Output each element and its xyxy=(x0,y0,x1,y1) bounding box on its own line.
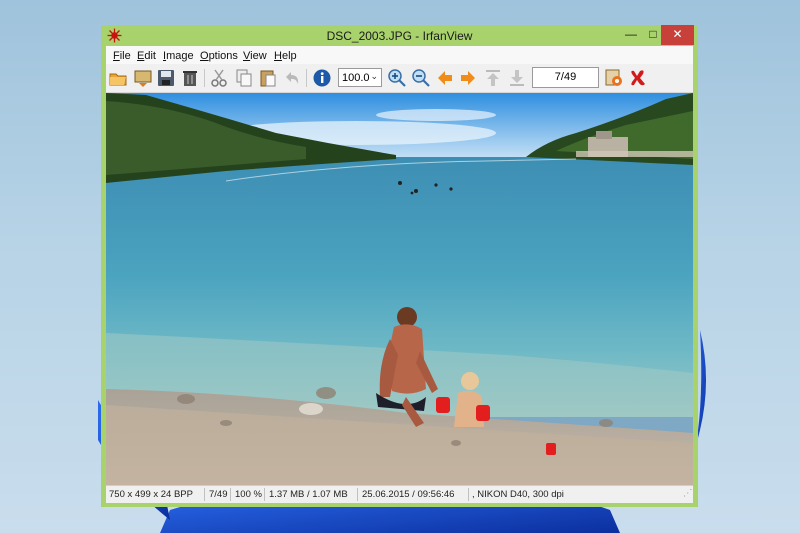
next-icon[interactable] xyxy=(458,68,478,88)
menu-file[interactable]: File xyxy=(113,50,131,62)
previous-icon[interactable] xyxy=(435,68,455,88)
last-icon[interactable] xyxy=(507,68,527,88)
status-bar: 750 x 499 x 24 BPP 7/49 100 % 1.37 MB / … xyxy=(106,485,693,503)
menu-help[interactable]: Help xyxy=(274,50,297,62)
menu-bar: File Edit Image Options View Help xyxy=(106,46,693,64)
status-camera: , NIKON D40, 300 dpi xyxy=(472,489,564,500)
menu-edit[interactable]: Edit xyxy=(137,50,156,62)
delete-icon[interactable] xyxy=(180,68,200,88)
status-zoom: 100 % xyxy=(235,489,262,500)
resize-grip-icon[interactable]: ⋰ xyxy=(683,488,693,499)
first-icon[interactable] xyxy=(483,68,503,88)
status-divider xyxy=(264,488,265,501)
toolbar: 100.0 ⌄ 7/49 xyxy=(106,64,693,93)
minimize-button[interactable]: — xyxy=(620,25,642,45)
page-indicator[interactable]: 7/49 xyxy=(532,67,599,88)
toolbar-separator xyxy=(306,69,307,87)
cut-icon[interactable] xyxy=(209,68,229,88)
undo-icon[interactable] xyxy=(282,68,302,88)
irfanview-window: DSC_2003.JPG - IrfanView — □ ✕ File Edit… xyxy=(101,25,698,507)
zoom-value: 100.0 xyxy=(342,72,370,84)
status-datetime: 25.06.2015 / 09:56:46 xyxy=(362,489,455,500)
zoom-in-icon[interactable] xyxy=(387,68,407,88)
status-divider xyxy=(230,488,231,501)
beach-photo xyxy=(106,93,693,485)
open-folder-icon[interactable] xyxy=(108,68,128,88)
menu-options[interactable]: Options xyxy=(200,50,238,62)
status-size: 1.37 MB / 1.07 MB xyxy=(269,489,348,500)
menu-view[interactable]: View xyxy=(243,50,267,62)
zoom-select[interactable]: 100.0 ⌄ xyxy=(338,68,382,87)
menu-image[interactable]: Image xyxy=(163,50,194,62)
irfanview-exit-icon[interactable] xyxy=(628,68,648,88)
copy-icon[interactable] xyxy=(234,68,254,88)
status-divider xyxy=(468,488,469,501)
toolbar-separator xyxy=(204,69,205,87)
slideshow-icon[interactable] xyxy=(133,68,153,88)
status-divider xyxy=(204,488,205,501)
window-title: DSC_2003.JPG - IrfanView xyxy=(326,29,473,43)
info-icon[interactable] xyxy=(312,68,332,88)
chevron-down-icon: ⌄ xyxy=(370,71,378,81)
zoom-out-icon[interactable] xyxy=(411,68,431,88)
client-area: File Edit Image Options View Help 100.0 … xyxy=(106,46,693,503)
status-dimensions: 750 x 499 x 24 BPP xyxy=(109,489,193,500)
title-bar[interactable]: DSC_2003.JPG - IrfanView — □ ✕ xyxy=(101,25,698,46)
close-button[interactable]: ✕ xyxy=(661,25,694,45)
settings-icon[interactable] xyxy=(604,68,624,88)
save-icon[interactable] xyxy=(156,68,176,88)
status-position: 7/49 xyxy=(209,489,228,500)
image-view[interactable] xyxy=(106,93,693,485)
status-divider xyxy=(357,488,358,501)
paste-icon[interactable] xyxy=(258,68,278,88)
